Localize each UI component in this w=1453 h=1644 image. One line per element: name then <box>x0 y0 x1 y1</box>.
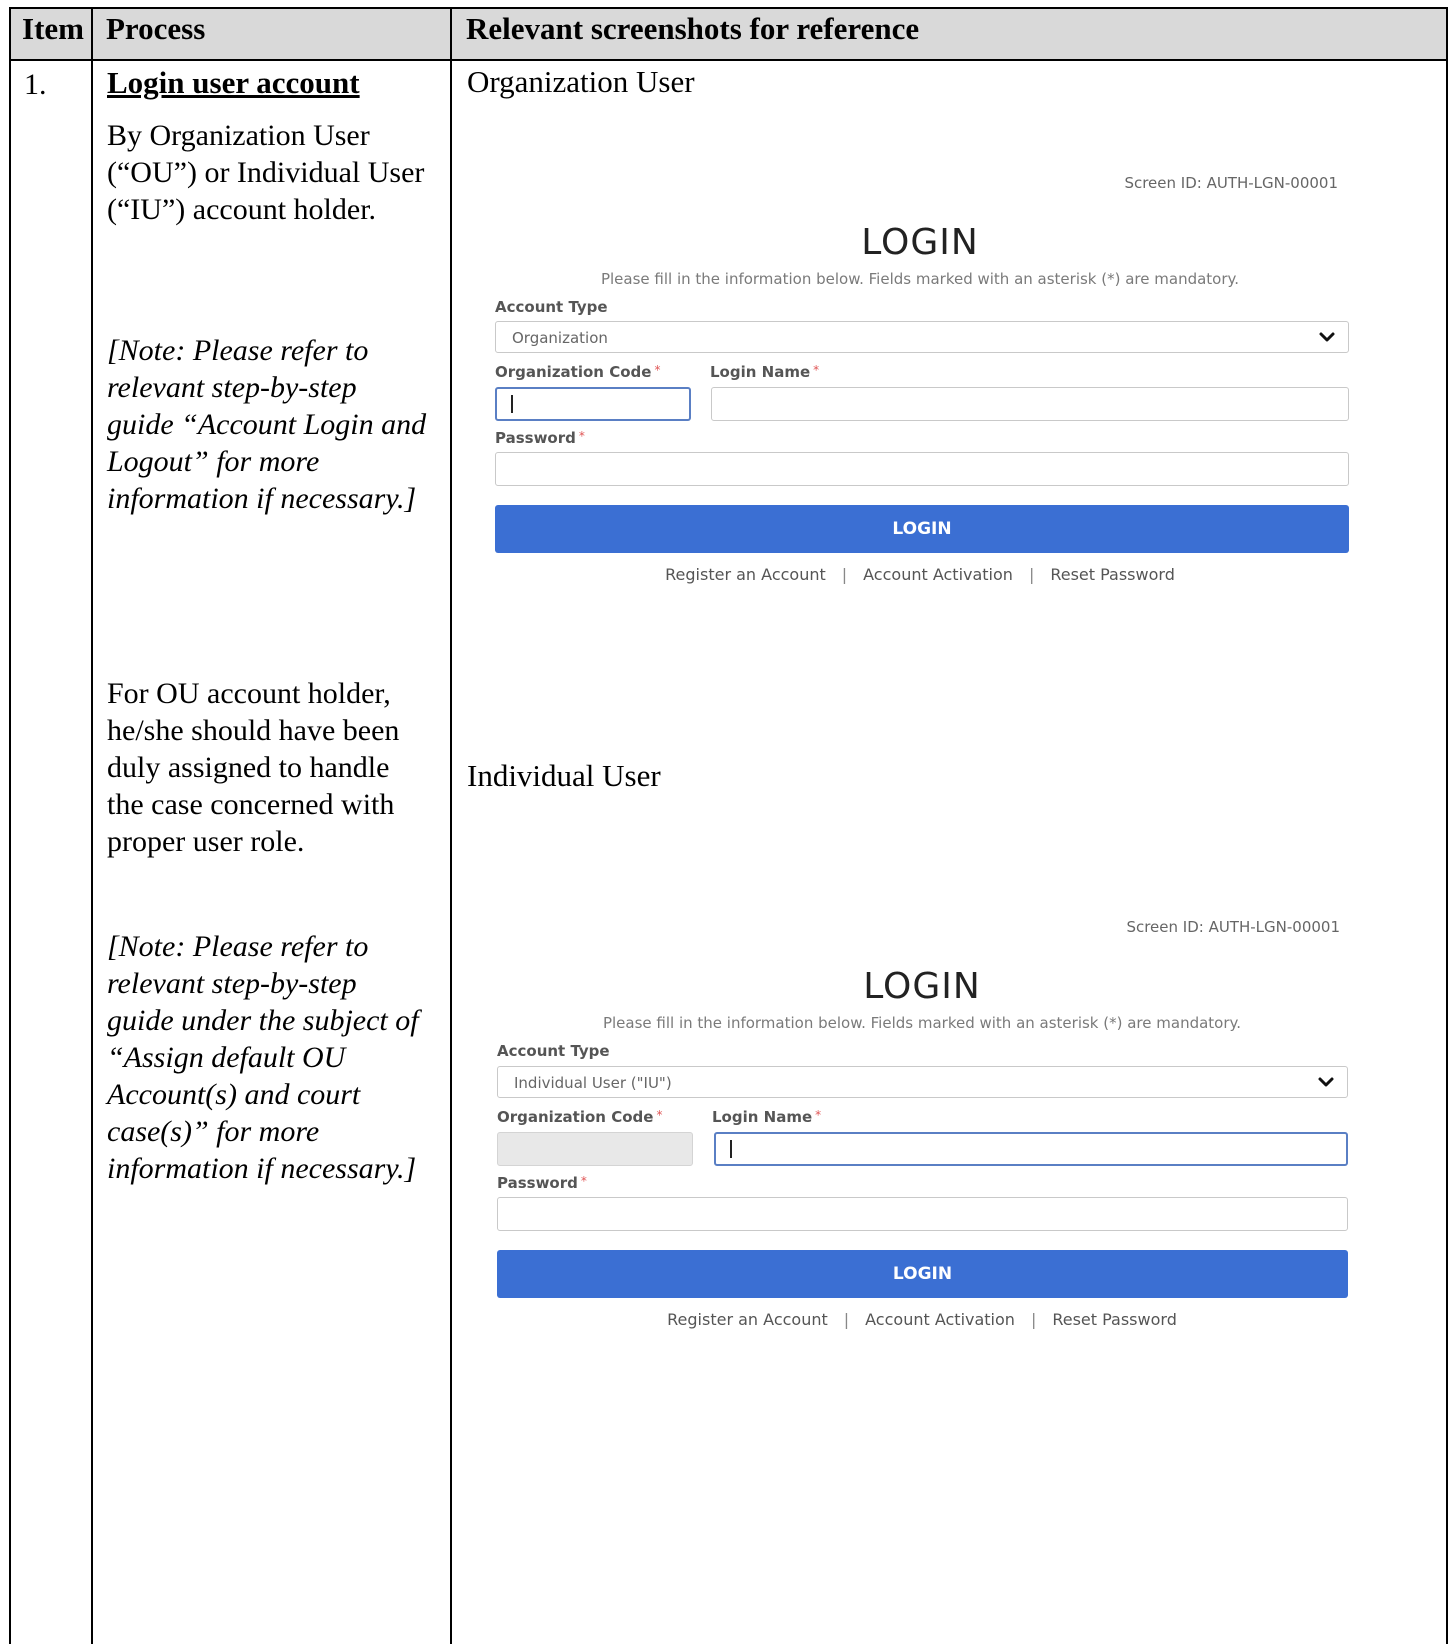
process-note-2: [Note: Please refer to relevant step-by-… <box>107 930 419 1185</box>
table-header-divider <box>10 59 1448 61</box>
login-screenshot-organization: Screen ID: AUTH-LGN-00001 LOGIN Please f… <box>490 170 1350 600</box>
account-type-label: Account Type <box>495 298 608 316</box>
password-label: Password * <box>495 429 585 447</box>
login-instructions: Please fill in the information below. Fi… <box>600 270 1240 288</box>
chevron-down-icon <box>1318 1077 1334 1087</box>
login-name-label: Login Name * <box>710 363 820 381</box>
table-right-border <box>1446 7 1448 1644</box>
header-screenshots: Relevant screenshots for reference <box>466 11 920 46</box>
org-code-input[interactable] <box>495 387 691 421</box>
process-title: Login user account <box>107 65 360 100</box>
org-code-label: Organization Code * <box>495 363 661 381</box>
login-instructions: Please fill in the information below. Fi… <box>602 1014 1242 1032</box>
login-title: LOGIN <box>863 966 981 1007</box>
password-label: Password * <box>497 1174 587 1192</box>
chevron-down-icon <box>1319 332 1335 342</box>
ref-heading-individual-user: Individual User <box>467 758 661 793</box>
account-type-select[interactable]: Organization <box>495 321 1349 353</box>
text-caret <box>511 395 513 413</box>
table-top-border <box>10 7 1448 9</box>
login-links: Register an Account | Account Activation | R… <box>490 565 1350 584</box>
ref-heading-organization-user: Organization User <box>467 64 695 99</box>
table-column-divider-1 <box>91 7 93 1644</box>
screen-id: Screen ID: AUTH-LGN-00001 <box>1124 174 1338 192</box>
reset-password-link[interactable]: Reset Password <box>1050 565 1175 584</box>
table-column-divider-2 <box>450 7 452 1644</box>
screen-id: Screen ID: AUTH-LGN-00001 <box>1126 918 1340 936</box>
login-name-label: Login Name * <box>712 1108 822 1126</box>
login-button[interactable]: LOGIN <box>495 505 1349 553</box>
header-item: Item <box>22 11 84 46</box>
text-caret <box>730 1140 732 1158</box>
org-code-input-disabled <box>497 1132 693 1166</box>
process-ou-requirement: For OU account holder, he/she should hav… <box>107 677 400 858</box>
process-note-1: [Note: Please refer to relevant step-by-… <box>107 334 427 515</box>
register-link[interactable]: Register an Account <box>665 565 826 584</box>
org-code-label: Organization Code * <box>497 1108 663 1126</box>
item-number: 1. <box>24 68 47 101</box>
header-process: Process <box>106 11 206 46</box>
password-input[interactable] <box>495 452 1349 486</box>
link-separator: | <box>1028 565 1035 584</box>
process-description: By Organization User (“OU”) or Individua… <box>107 119 425 226</box>
login-links: Register an Account | Account Activation | R… <box>492 1310 1352 1329</box>
account-type-value: Individual User ("IU") <box>514 1074 672 1092</box>
table-left-border <box>9 7 11 1644</box>
account-activation-link[interactable]: Account Activation <box>863 565 1013 584</box>
register-link[interactable]: Register an Account <box>667 1310 828 1329</box>
account-type-value: Organization <box>512 329 608 347</box>
login-name-input[interactable] <box>714 1132 1348 1166</box>
account-type-select[interactable]: Individual User ("IU") <box>497 1066 1348 1098</box>
password-input[interactable] <box>497 1197 1348 1231</box>
link-separator: | <box>1030 1310 1037 1329</box>
login-button[interactable]: LOGIN <box>497 1250 1348 1298</box>
login-screenshot-individual: Screen ID: AUTH-LGN-00001 LOGIN Please f… <box>492 915 1352 1345</box>
reset-password-link[interactable]: Reset Password <box>1052 1310 1177 1329</box>
link-separator: | <box>843 1310 850 1329</box>
login-title: LOGIN <box>861 222 979 263</box>
account-type-label: Account Type <box>497 1042 610 1060</box>
login-name-input[interactable] <box>711 387 1349 421</box>
link-separator: | <box>841 565 848 584</box>
account-activation-link[interactable]: Account Activation <box>865 1310 1015 1329</box>
